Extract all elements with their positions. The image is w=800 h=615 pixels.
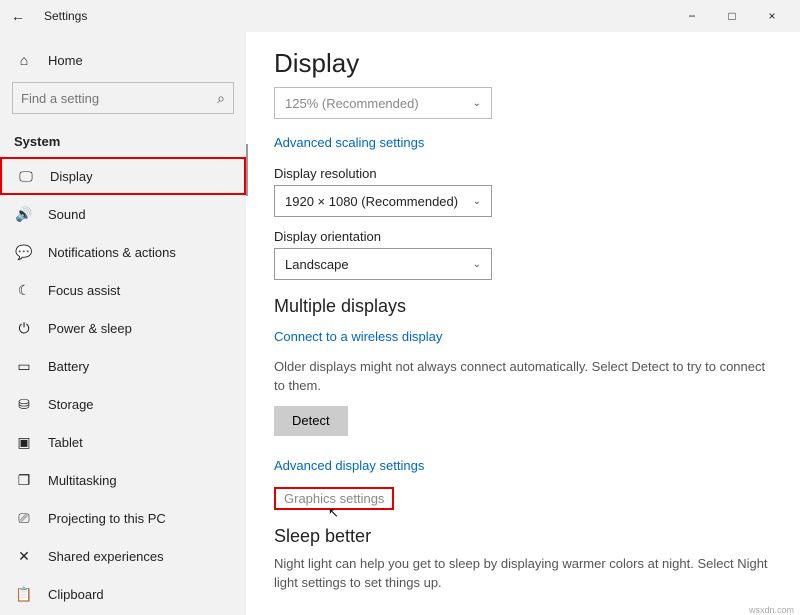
footer-note: wsxdn.com (749, 605, 794, 615)
sidebar-item-projecting-to-this-pc[interactable]: ⎚ Projecting to this PC (0, 499, 246, 537)
nav-icon: 💬 (14, 244, 34, 261)
back-icon[interactable]: ← (8, 8, 28, 24)
scroll-indicator[interactable] (246, 144, 248, 196)
nav-icon: ▣ (14, 434, 34, 451)
advanced-display-link[interactable]: Advanced display settings (274, 458, 424, 473)
sidebar: ⌂ Home ⌕ System 🖵 Display 🔊 Sound 💬 Notificat… (0, 32, 246, 615)
sleep-text: Night light can help you get to sleep by… (274, 555, 772, 593)
sidebar-item-shared-experiences[interactable]: ✕ Shared experiences (0, 537, 246, 575)
sidebar-item-label: Focus assist (48, 283, 120, 298)
sidebar-item-label: Display (50, 169, 93, 184)
sidebar-item-label: Battery (48, 359, 89, 374)
chevron-down-icon: ⌄ (473, 259, 481, 270)
sidebar-item-storage[interactable]: ⛁ Storage (0, 385, 246, 423)
home-button[interactable]: ⌂ Home (0, 40, 246, 80)
sidebar-item-focus-assist[interactable]: ☾ Focus assist (0, 271, 246, 309)
nav-icon: ⏻ (14, 320, 34, 337)
resolution-dropdown[interactable]: 1920 × 1080 (Recommended) ⌄ (274, 185, 492, 217)
chevron-down-icon: ⌄ (473, 98, 481, 109)
advanced-scaling-link[interactable]: Advanced scaling settings (274, 135, 424, 150)
search-icon: ⌕ (217, 90, 225, 107)
close-button[interactable]: × (752, 0, 792, 32)
scale-value: 125% (Recommended) (285, 96, 419, 111)
sidebar-item-clipboard[interactable]: 📋 Clipboard (0, 575, 246, 613)
section-header: System (0, 122, 246, 157)
chevron-down-icon: ⌄ (473, 196, 481, 207)
sidebar-item-notifications-actions[interactable]: 💬 Notifications & actions (0, 233, 246, 271)
sidebar-item-label: Sound (48, 207, 86, 222)
graphics-settings-link[interactable]: Graphics settings ↖ (274, 487, 394, 510)
sidebar-item-label: Clipboard (48, 587, 104, 602)
sidebar-item-label: Shared experiences (48, 549, 164, 564)
cursor-icon: ↖ (328, 505, 339, 521)
nav-icon: 📋 (14, 586, 34, 603)
minimize-button[interactable]: − (672, 0, 712, 32)
home-label: Home (48, 53, 83, 68)
scale-dropdown[interactable]: 125% (Recommended) ⌄ (274, 87, 492, 119)
resolution-label: Display resolution (274, 166, 772, 181)
sidebar-item-multitasking[interactable]: ❐ Multitasking (0, 461, 246, 499)
titlebar: ← Settings − □ × (0, 0, 800, 32)
resolution-value: 1920 × 1080 (Recommended) (285, 194, 458, 209)
sidebar-item-label: Power & sleep (48, 321, 132, 336)
older-displays-text: Older displays might not always connect … (274, 358, 772, 396)
orientation-label: Display orientation (274, 229, 772, 244)
search-box[interactable]: ⌕ (12, 82, 234, 114)
detect-button[interactable]: Detect (274, 406, 348, 436)
orientation-value: Landscape (285, 257, 349, 272)
sidebar-item-sound[interactable]: 🔊 Sound (0, 195, 246, 233)
home-icon: ⌂ (14, 52, 34, 68)
search-input[interactable] (21, 91, 217, 106)
sidebar-item-display[interactable]: 🖵 Display (0, 157, 246, 195)
nav-icon: ▭ (14, 358, 34, 375)
nav-icon: 🔊 (14, 206, 34, 223)
sidebar-item-label: Multitasking (48, 473, 117, 488)
sidebar-item-label: Storage (48, 397, 94, 412)
content-area: Display 125% (Recommended) ⌄ Advanced sc… (246, 32, 800, 615)
orientation-dropdown[interactable]: Landscape ⌄ (274, 248, 492, 280)
nav-icon: 🖵 (16, 168, 36, 185)
connect-wireless-link[interactable]: Connect to a wireless display (274, 329, 442, 344)
sidebar-item-battery[interactable]: ▭ Battery (0, 347, 246, 385)
window-title: Settings (44, 9, 87, 23)
sleep-heading: Sleep better (274, 526, 772, 547)
sidebar-item-power-sleep[interactable]: ⏻ Power & sleep (0, 309, 246, 347)
nav-icon: ✕ (14, 548, 34, 565)
nav-icon: ⎚ (14, 510, 34, 527)
sidebar-item-label: Projecting to this PC (48, 511, 166, 526)
sidebar-item-tablet[interactable]: ▣ Tablet (0, 423, 246, 461)
multiple-displays-heading: Multiple displays (274, 296, 772, 317)
sidebar-item-label: Tablet (48, 435, 83, 450)
page-title: Display (274, 48, 772, 79)
sidebar-item-label: Notifications & actions (48, 245, 176, 260)
nav-icon: ⛁ (14, 396, 34, 413)
maximize-button[interactable]: □ (712, 0, 752, 32)
nav-icon: ❐ (14, 472, 34, 489)
nav-icon: ☾ (14, 282, 34, 299)
